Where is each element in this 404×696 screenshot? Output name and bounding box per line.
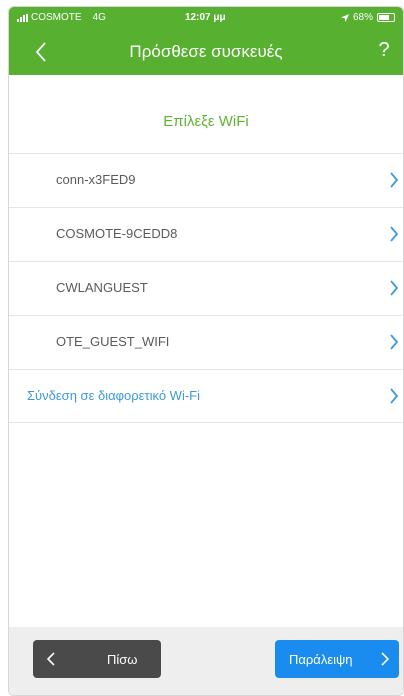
chevron-right-icon (390, 280, 399, 296)
chevron-right-icon (381, 652, 389, 666)
app-screen: COSMOTE 4G 12:07 μμ 68% Πρόσθεσε συσκευέ… (8, 6, 404, 696)
footer-bar: Πίσω Παράλειψη (9, 627, 403, 695)
signal-icon (17, 13, 28, 22)
status-right: 68% (340, 12, 395, 23)
wifi-network-name: COSMOTE-9CEDD8 (56, 226, 178, 241)
chevron-right-icon (390, 226, 399, 242)
help-button[interactable]: ? (373, 39, 395, 62)
battery-icon (377, 13, 395, 22)
back-button-label: Πίσω (107, 652, 138, 667)
wifi-network-item[interactable]: conn-x3FED9 (9, 153, 403, 207)
back-button[interactable]: Πίσω (33, 640, 161, 678)
chevron-right-icon (390, 172, 399, 188)
status-bar: COSMOTE 4G 12:07 μμ 68% (9, 7, 403, 29)
network-type: 4G (92, 12, 106, 23)
location-icon (340, 13, 349, 22)
chevron-right-icon (390, 388, 399, 404)
navigation-bar: Πρόσθεσε συσκευές ? (9, 29, 403, 75)
battery-percent: 68% (352, 12, 373, 23)
status-time: 12:07 μμ (185, 12, 226, 23)
wifi-network-list: conn-x3FED9 COSMOTE-9CEDD8 CWLANGUEST OT… (9, 153, 403, 423)
carrier-info: COSMOTE 4G (17, 12, 106, 23)
wifi-network-name: CWLANGUEST (56, 280, 148, 295)
wifi-network-item[interactable]: COSMOTE-9CEDD8 (9, 207, 403, 261)
connect-other-wifi-item[interactable]: Σύνδεση σε διαφορετικό Wi-Fi (9, 369, 403, 423)
chevron-left-icon (47, 652, 55, 666)
chevron-right-icon (390, 334, 399, 350)
carrier-name: COSMOTE (31, 12, 82, 23)
wifi-network-item[interactable]: OTE_GUEST_WIFI (9, 315, 403, 369)
section-title: Επίλεξε WiFi (163, 113, 249, 130)
skip-button[interactable]: Παράλειψη (275, 640, 399, 678)
skip-button-label: Παράλειψη (289, 652, 353, 667)
connect-other-wifi-label: Σύνδεση σε διαφορετικό Wi-Fi (27, 388, 200, 403)
page-title: Πρόσθεσε συσκευές (129, 42, 283, 61)
wifi-network-item[interactable]: CWLANGUEST (9, 261, 403, 315)
wifi-network-name: conn-x3FED9 (56, 172, 136, 187)
wifi-network-name: OTE_GUEST_WIFI (56, 334, 170, 349)
